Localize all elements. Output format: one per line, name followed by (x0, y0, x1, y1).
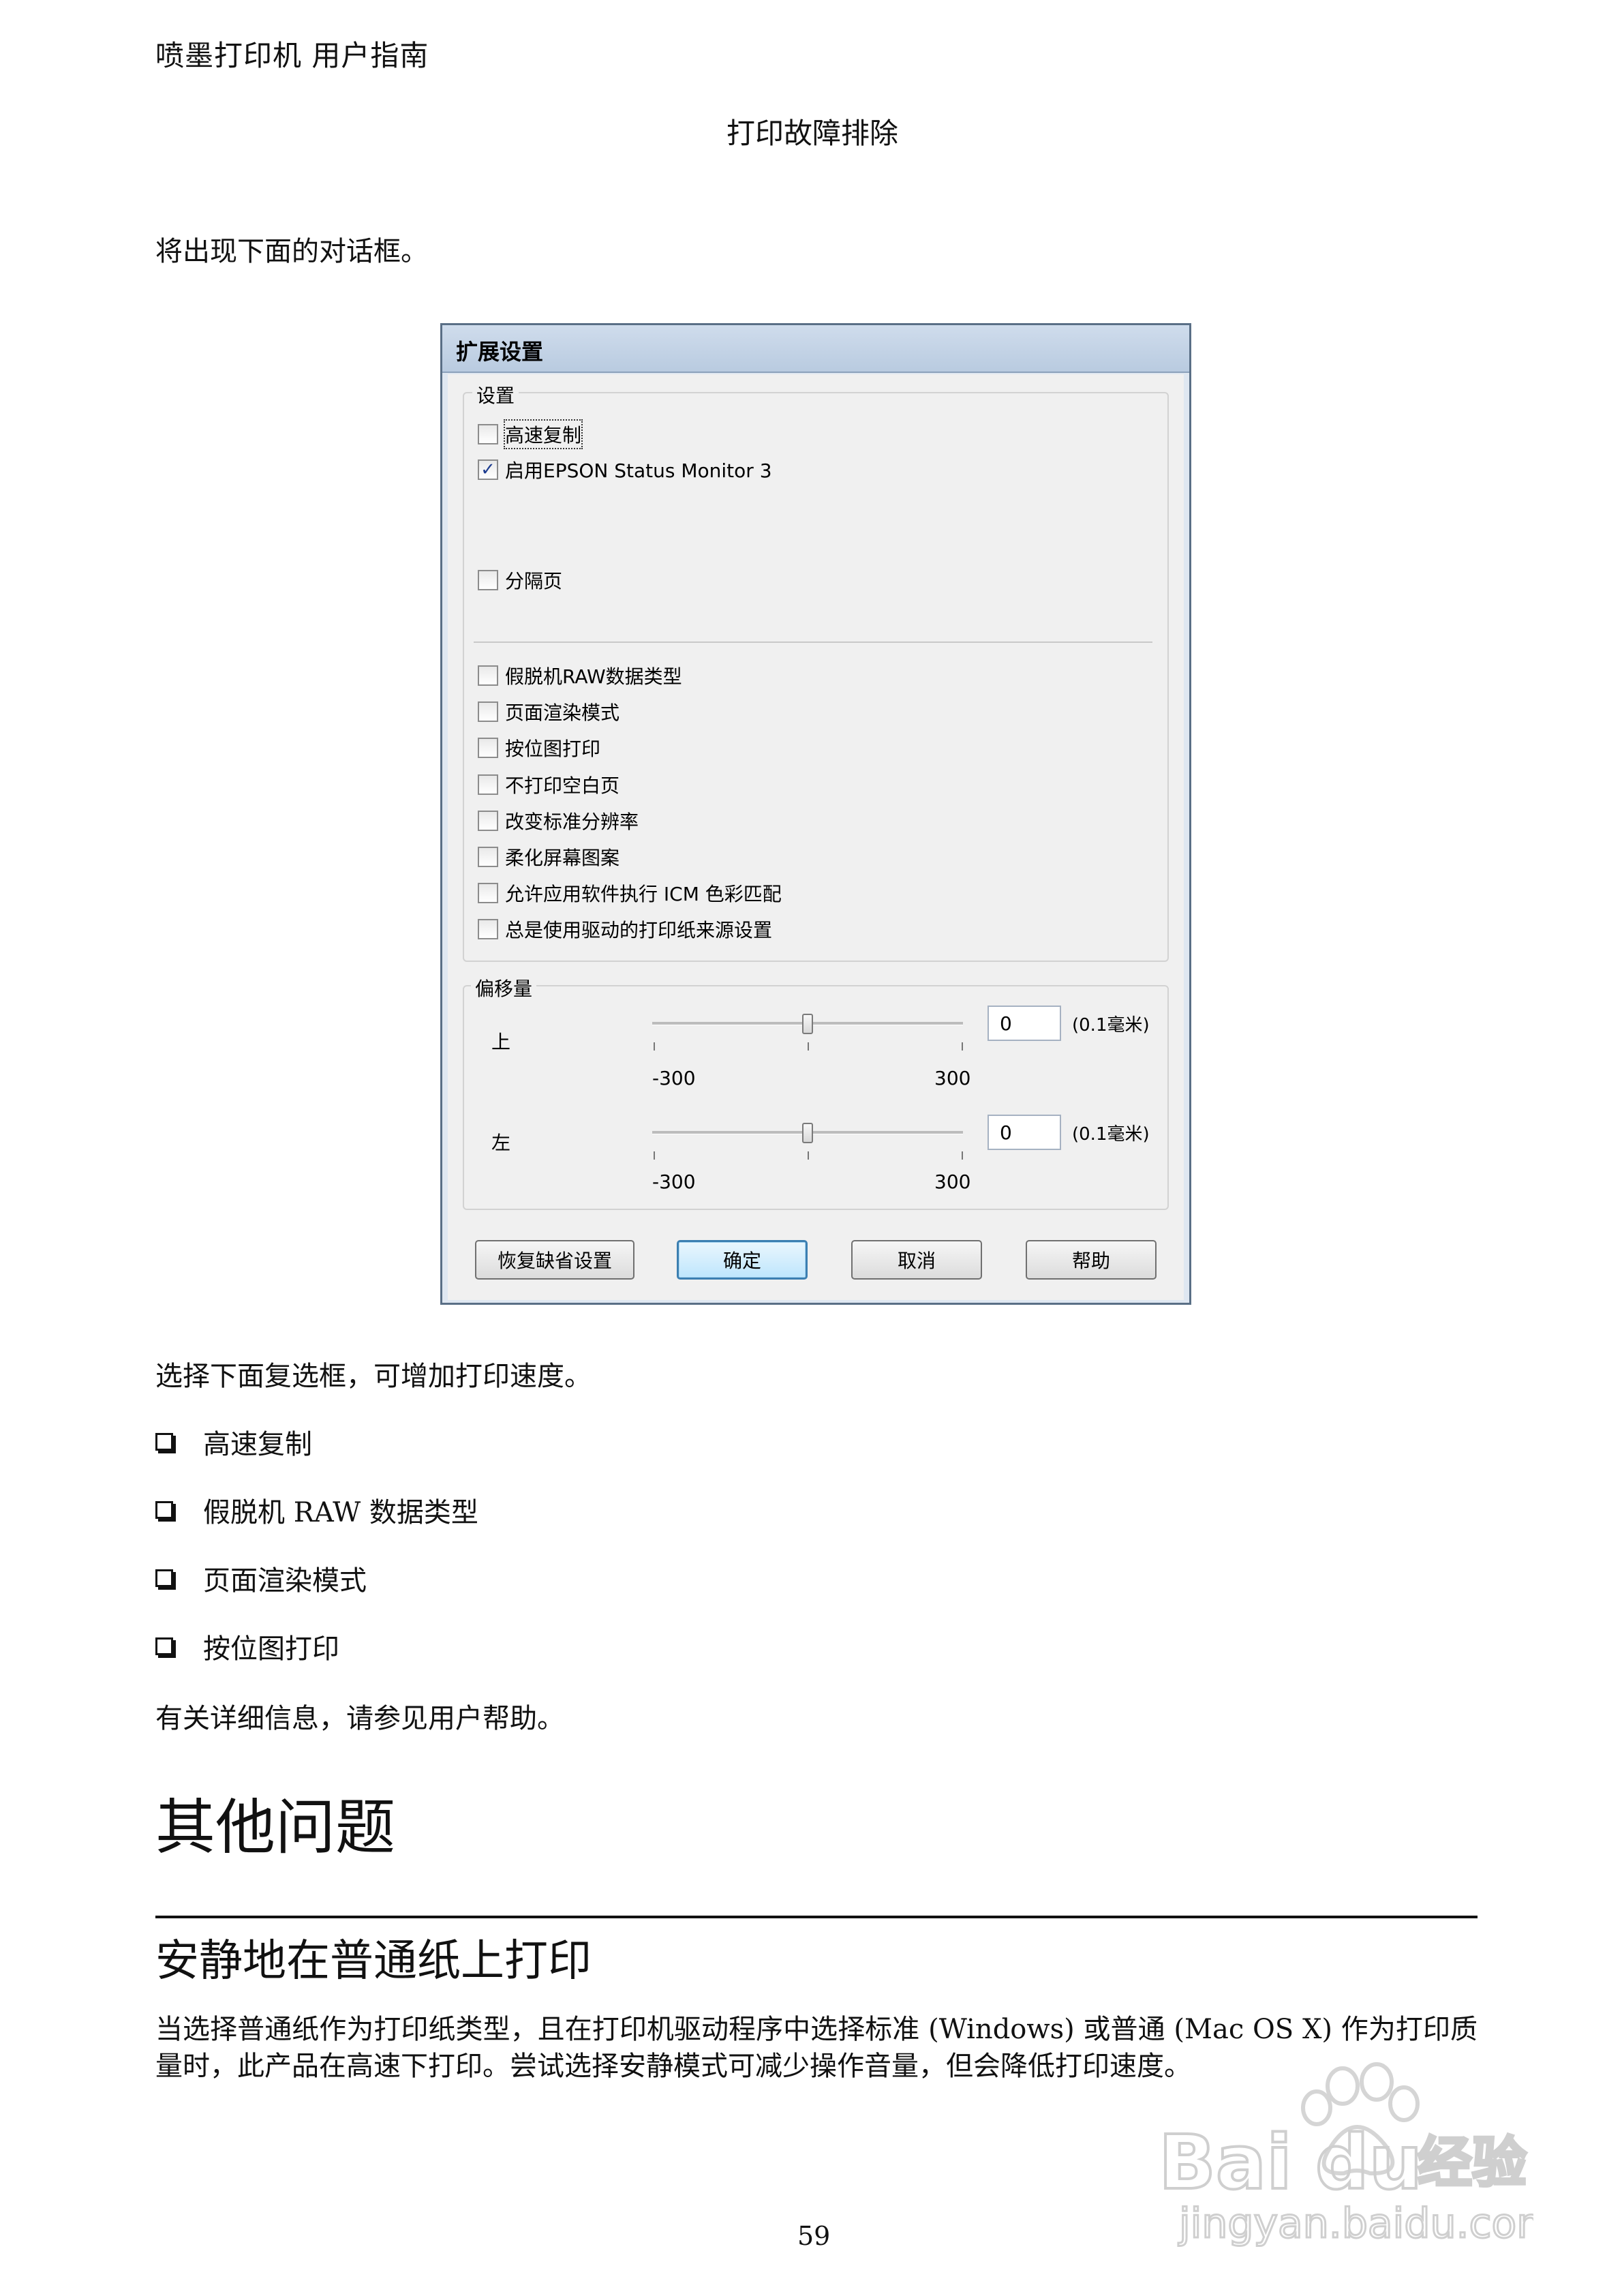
offset-left-unit: (0.1毫米) (1072, 1124, 1150, 1145)
intro-text: 将出现下面的对话框。 (155, 236, 428, 267)
heading-rule (155, 1916, 1478, 1918)
slider-min-top: -300 (652, 1067, 696, 1089)
checkbox-label: 启用EPSON Status Monitor 3 (505, 459, 772, 482)
checkbox-box[interactable] (478, 701, 498, 722)
dialog-client: 设置 高速复制 ✓ 启用EPSON Status Monitor 3 分隔页 假… (448, 374, 1184, 1300)
settings-divider (474, 641, 1152, 643)
baidu-watermark: Bai du 经验 jingyan.baidu.com (1152, 2059, 1557, 2250)
checkbox-box[interactable] (478, 738, 498, 758)
checkbox-label: 假脱机RAW数据类型 (505, 665, 682, 688)
checkbox-driver-paper-source[interactable]: 总是使用驱动的打印纸来源设置 (478, 916, 772, 943)
heading-quiet-printing: 安静地在普通纸上打印 (155, 1936, 592, 1987)
slider-thumb-top[interactable] (802, 1014, 813, 1034)
extended-settings-dialog: 扩展设置 设置 高速复制 ✓ 启用EPSON Status Monitor 3 … (440, 323, 1191, 1305)
offset-top-unit: (0.1毫米) (1072, 1015, 1150, 1036)
checkbox-skip-blank-page[interactable]: 不打印空白页 (478, 771, 619, 798)
watermark-url: jingyan.baidu.com (1178, 2200, 1533, 2248)
after-dialog-text: 选择下面复选框，可增加打印速度。 (155, 1361, 592, 1392)
checkbox-page-render-mode[interactable]: 页面渲染模式 (478, 698, 619, 725)
bullet-icon (155, 1637, 173, 1655)
checkbox-box[interactable] (478, 919, 498, 939)
page-number: 59 (797, 2221, 831, 2251)
ok-button[interactable]: 确定 (677, 1240, 808, 1280)
checkbox-change-resolution[interactable]: 改变标准分辨率 (478, 807, 639, 834)
list-item: 按位图打印 (155, 1627, 339, 1666)
watermark-brand: Bai (1159, 2119, 1292, 2206)
dialog-title: 扩展设置 (456, 339, 544, 365)
slider-max-top: 300 (934, 1067, 971, 1089)
checkbox-high-speed-copy[interactable]: 高速复制 (478, 419, 583, 449)
slider-min-left: -300 (652, 1170, 696, 1193)
checkbox-label: 总是使用驱动的打印纸来源设置 (505, 919, 773, 941)
bullet-icon (155, 1433, 173, 1451)
heading-other-issues: 其他问题 (155, 1792, 396, 1862)
checkmark-icon[interactable]: ✓ (478, 459, 498, 480)
more-info-text: 有关详细信息，请参见用户帮助。 (155, 1703, 564, 1734)
list-item: 页面渲染模式 (155, 1558, 367, 1598)
list-item-text: 页面渲染模式 (203, 1565, 367, 1597)
checkbox-label: 按位图打印 (505, 738, 601, 760)
checkbox-label: 不打印空白页 (505, 774, 620, 797)
slider-tick (654, 1042, 655, 1051)
slider-label-top: 上 (491, 1031, 511, 1053)
checkbox-box[interactable] (478, 424, 498, 444)
list-item: 高速复制 (155, 1422, 312, 1462)
checkbox-box[interactable] (478, 665, 498, 686)
slider-tick (962, 1042, 963, 1051)
checkbox-box[interactable] (478, 774, 498, 795)
section-title: 打印故障排除 (726, 117, 899, 150)
checkbox-allow-icm[interactable]: 允许应用软件执行 ICM 色彩匹配 (478, 879, 782, 907)
checkbox-smooth-pattern[interactable]: 柔化屏幕图案 (478, 843, 619, 871)
slider-tick (654, 1151, 655, 1160)
slider-tick (808, 1151, 809, 1160)
checkbox-label: 柔化屏幕图案 (505, 847, 620, 869)
slider-thumb-left[interactable] (802, 1123, 813, 1143)
offset-top-input[interactable]: 0 (988, 1006, 1061, 1041)
checkbox-label: 分隔页 (505, 570, 563, 592)
watermark-brand-cn: 经验 (1418, 2131, 1527, 2194)
checkbox-label: 改变标准分辨率 (505, 811, 639, 833)
bullet-icon (155, 1569, 173, 1587)
help-button[interactable]: 帮助 (1026, 1240, 1157, 1280)
slider-max-left: 300 (934, 1170, 971, 1193)
slider-label-left: 左 (491, 1132, 511, 1154)
restore-defaults-button[interactable]: 恢复缺省设置 (475, 1240, 634, 1280)
watermark-brand2: du (1315, 2119, 1422, 2206)
checkbox-label: 高速复制 (503, 419, 583, 449)
list-item-text: 按位图打印 (203, 1633, 339, 1665)
checkbox-box[interactable] (478, 811, 498, 831)
list-item-text: 假脱机 RAW 数据类型 (203, 1497, 478, 1528)
checkbox-spool-raw[interactable]: 假脱机RAW数据类型 (478, 662, 682, 689)
checkbox-print-as-bitmap[interactable]: 按位图打印 (478, 734, 600, 761)
paw-logo-icon: Bai du 经验 jingyan.baidu.com (1157, 2062, 1557, 2249)
offset-group (463, 985, 1169, 1210)
dialog-titlebar: 扩展设置 (442, 325, 1189, 373)
slider-tick (808, 1042, 809, 1051)
checkbox-box[interactable] (478, 883, 498, 903)
checkbox-box[interactable] (478, 570, 498, 590)
checkbox-label: 允许应用软件执行 ICM 色彩匹配 (505, 883, 782, 905)
bullet-icon (155, 1501, 173, 1519)
list-item: 假脱机 RAW 数据类型 (155, 1490, 478, 1530)
slider-tick (962, 1151, 963, 1160)
cancel-button[interactable]: 取消 (851, 1240, 982, 1280)
checkbox-status-monitor[interactable]: ✓ 启用EPSON Status Monitor 3 (478, 456, 772, 483)
offset-group-label: 偏移量 (471, 974, 537, 1001)
list-item-text: 高速复制 (203, 1429, 312, 1460)
checkbox-box[interactable] (478, 847, 498, 867)
running-header: 喷墨打印机 用户指南 (155, 39, 429, 72)
settings-group-label: 设置 (472, 381, 519, 408)
checkbox-separator-page[interactable]: 分隔页 (478, 567, 562, 594)
checkbox-label: 页面渲染模式 (505, 701, 620, 724)
offset-left-input[interactable]: 0 (988, 1115, 1061, 1150)
